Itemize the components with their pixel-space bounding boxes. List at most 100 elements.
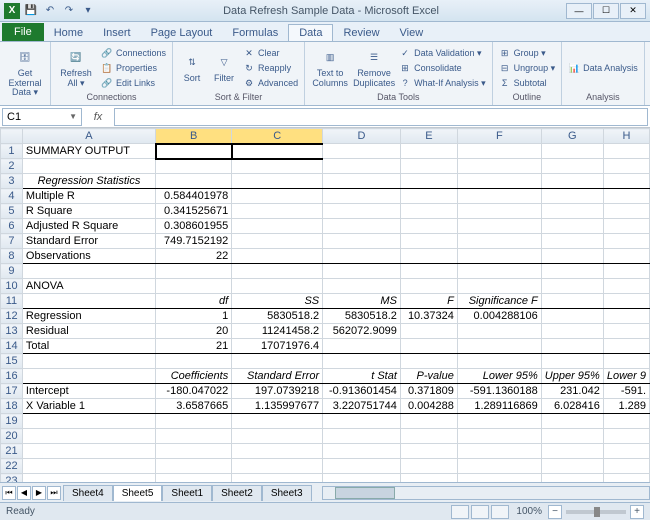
- sheet-tab[interactable]: Sheet5: [113, 485, 163, 501]
- cell-H15[interactable]: [603, 354, 649, 369]
- scrollbar-thumb[interactable]: [335, 487, 395, 499]
- cell-D10[interactable]: [323, 279, 401, 294]
- sheet-nav-next[interactable]: ▶: [32, 486, 46, 500]
- cell-H3[interactable]: [603, 174, 649, 189]
- row-header-1[interactable]: 1: [1, 144, 23, 159]
- cell-G11[interactable]: [541, 294, 603, 309]
- cell-F23[interactable]: [457, 474, 541, 483]
- cell-E6[interactable]: [400, 219, 457, 234]
- cell-F19[interactable]: [457, 414, 541, 429]
- refresh-all-button[interactable]: 🔄Refresh All ▾: [55, 48, 97, 89]
- cell-B10[interactable]: [156, 279, 232, 294]
- cell-D7[interactable]: [323, 234, 401, 249]
- cell-G17[interactable]: 231.042: [541, 384, 603, 399]
- cell-B15[interactable]: [156, 354, 232, 369]
- cell-D6[interactable]: [323, 219, 401, 234]
- cell-D17[interactable]: -0.913601454: [323, 384, 401, 399]
- cell-A8[interactable]: Observations: [22, 249, 155, 264]
- cell-H13[interactable]: [603, 324, 649, 339]
- cell-C20[interactable]: [232, 429, 323, 444]
- cell-E20[interactable]: [400, 429, 457, 444]
- cell-C3[interactable]: [232, 174, 323, 189]
- cell-G13[interactable]: [541, 324, 603, 339]
- group-button[interactable]: ⊞Group ▾: [497, 46, 558, 60]
- row-header-5[interactable]: 5: [1, 204, 23, 219]
- cell-E5[interactable]: [400, 204, 457, 219]
- cell-E17[interactable]: 0.371809: [400, 384, 457, 399]
- cell-B8[interactable]: 22: [156, 249, 232, 264]
- row-header-4[interactable]: 4: [1, 189, 23, 204]
- sheet-tab[interactable]: Sheet3: [262, 485, 312, 501]
- cell-F1[interactable]: [457, 144, 541, 159]
- row-header-20[interactable]: 20: [1, 429, 23, 444]
- cell-A5[interactable]: R Square: [22, 204, 155, 219]
- tab-review[interactable]: Review: [333, 25, 389, 41]
- row-header-10[interactable]: 10: [1, 279, 23, 294]
- cell-B16[interactable]: Coefficients: [156, 369, 232, 384]
- cell-F3[interactable]: [457, 174, 541, 189]
- cell-E14[interactable]: [400, 339, 457, 354]
- cell-F5[interactable]: [457, 204, 541, 219]
- cell-E11[interactable]: F: [400, 294, 457, 309]
- cell-B6[interactable]: 0.308601955: [156, 219, 232, 234]
- cell-H6[interactable]: [603, 219, 649, 234]
- cell-B12[interactable]: 1: [156, 309, 232, 324]
- cell-G16[interactable]: Upper 95%: [541, 369, 603, 384]
- cell-E22[interactable]: [400, 459, 457, 474]
- cell-B21[interactable]: [156, 444, 232, 459]
- cell-D22[interactable]: [323, 459, 401, 474]
- data-analysis-button[interactable]: 📊Data Analysis: [566, 61, 640, 75]
- cell-H19[interactable]: [603, 414, 649, 429]
- col-header-B[interactable]: B: [156, 129, 232, 144]
- cell-A10[interactable]: ANOVA: [22, 279, 155, 294]
- cell-B13[interactable]: 20: [156, 324, 232, 339]
- cell-D3[interactable]: [323, 174, 401, 189]
- cell-F14[interactable]: [457, 339, 541, 354]
- cell-C19[interactable]: [232, 414, 323, 429]
- cell-H1[interactable]: [603, 144, 649, 159]
- cell-F20[interactable]: [457, 429, 541, 444]
- qat-dropdown-icon[interactable]: ▾: [80, 3, 96, 19]
- cell-F13[interactable]: [457, 324, 541, 339]
- cell-F11[interactable]: Significance F: [457, 294, 541, 309]
- cell-H5[interactable]: [603, 204, 649, 219]
- cell-C9[interactable]: [232, 264, 323, 279]
- cell-B3[interactable]: [156, 174, 232, 189]
- tab-insert[interactable]: Insert: [93, 25, 141, 41]
- zoom-in-button[interactable]: +: [630, 505, 644, 519]
- cell-A21[interactable]: [22, 444, 155, 459]
- cell-B20[interactable]: [156, 429, 232, 444]
- cell-F10[interactable]: [457, 279, 541, 294]
- clear-button[interactable]: ✕Clear: [241, 46, 300, 60]
- cell-C1[interactable]: [232, 144, 323, 159]
- cell-E21[interactable]: [400, 444, 457, 459]
- row-header-11[interactable]: 11: [1, 294, 23, 309]
- cell-A18[interactable]: X Variable 1: [22, 399, 155, 414]
- cell-C5[interactable]: [232, 204, 323, 219]
- row-header-21[interactable]: 21: [1, 444, 23, 459]
- cell-G20[interactable]: [541, 429, 603, 444]
- cell-F7[interactable]: [457, 234, 541, 249]
- cell-C18[interactable]: 1.135997677: [232, 399, 323, 414]
- cell-A6[interactable]: Adjusted R Square: [22, 219, 155, 234]
- view-page-break-button[interactable]: [491, 505, 509, 519]
- cell-E1[interactable]: [400, 144, 457, 159]
- cell-B2[interactable]: [156, 159, 232, 174]
- cell-G9[interactable]: [541, 264, 603, 279]
- cell-F17[interactable]: -591.1360188: [457, 384, 541, 399]
- cell-B14[interactable]: 21: [156, 339, 232, 354]
- view-normal-button[interactable]: [451, 505, 469, 519]
- cell-G14[interactable]: [541, 339, 603, 354]
- cell-D20[interactable]: [323, 429, 401, 444]
- cell-G7[interactable]: [541, 234, 603, 249]
- col-header-A[interactable]: A: [22, 129, 155, 144]
- subtotal-button[interactable]: ΣSubtotal: [497, 76, 558, 90]
- tab-file[interactable]: File: [2, 23, 44, 41]
- cell-A22[interactable]: [22, 459, 155, 474]
- cell-E18[interactable]: 0.004288: [400, 399, 457, 414]
- cell-G18[interactable]: 6.028416: [541, 399, 603, 414]
- row-header-15[interactable]: 15: [1, 354, 23, 369]
- cell-H16[interactable]: Lower 9: [603, 369, 649, 384]
- cell-H22[interactable]: [603, 459, 649, 474]
- cell-H14[interactable]: [603, 339, 649, 354]
